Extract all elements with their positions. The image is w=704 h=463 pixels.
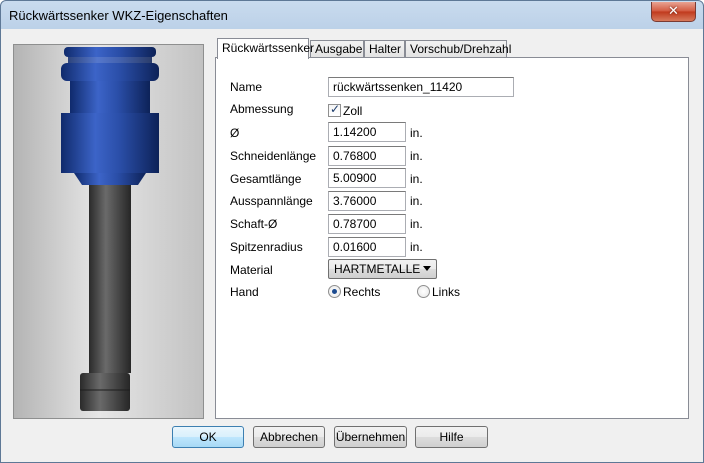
links-label: Links — [432, 285, 461, 299]
material-select[interactable]: HARTMETALLE — [328, 259, 437, 279]
window-title: Rückwärtssenker WKZ-Eigenschaften — [9, 8, 228, 23]
zoll-label: Zoll — [343, 104, 363, 118]
gesamtlaenge-label: Gesamtlänge — [230, 172, 302, 186]
gesamtlaenge-field[interactable]: 5.00900 — [328, 168, 406, 188]
tab-rueckwaertssenker[interactable]: Rückwärtssenker — [217, 38, 314, 59]
apply-button[interactable]: Übernehmen — [334, 426, 407, 448]
ok-button[interactable]: OK — [172, 426, 244, 448]
tab-halter[interactable]: Halter — [364, 40, 405, 57]
spitzenradius-label: Spitzenradius — [230, 240, 303, 254]
gesamtlaenge-unit: in. — [410, 172, 423, 186]
ausspannlaenge-unit: in. — [410, 194, 423, 208]
name-label: Name — [230, 80, 263, 94]
ausspannlaenge-label: Ausspannlänge — [230, 194, 313, 208]
material-label: Material — [230, 263, 273, 277]
schneidenlaenge-label: Schneidenlänge — [230, 149, 317, 163]
zoll-checkbox[interactable]: ✓ — [328, 102, 341, 117]
help-button[interactable]: Hilfe — [415, 426, 488, 448]
tool-preview — [13, 44, 204, 419]
ausspannlaenge-field[interactable]: 3.76000 — [328, 191, 406, 211]
tab-ausgabe[interactable]: Ausgabe — [310, 40, 364, 57]
spitzenradius-field[interactable]: 0.01600 — [328, 237, 406, 257]
rechts-radio[interactable] — [328, 285, 341, 298]
material-selected: HARTMETALLE — [334, 262, 421, 276]
schaft-field[interactable]: 0.78700 — [328, 214, 406, 234]
diameter-unit: in. — [410, 126, 423, 140]
cancel-button[interactable]: Abbrechen — [253, 426, 325, 448]
schaft-label: Schaft-Ø — [230, 217, 278, 231]
close-icon: ✕ — [668, 4, 679, 19]
tab-vorschub-drehzahl[interactable]: Vorschub/Drehzahl — [405, 40, 511, 57]
links-radio[interactable] — [417, 285, 430, 298]
schneidenlaenge-field[interactable]: 0.76800 — [328, 146, 406, 166]
abmessung-label: Abmessung — [230, 102, 294, 116]
schaft-unit: in. — [410, 217, 423, 231]
tool-3d-preview-icon — [61, 47, 159, 411]
hand-label: Hand — [230, 285, 259, 299]
diameter-field[interactable]: 1.14200 — [328, 122, 406, 142]
rechts-label: Rechts — [343, 285, 381, 299]
checkmark-icon: ✓ — [330, 102, 341, 116]
chevron-down-icon — [423, 266, 431, 271]
schneidenlaenge-unit: in. — [410, 149, 423, 163]
title-bar[interactable]: Rückwärtssenker WKZ-Eigenschaften ✕ — [1, 1, 703, 29]
name-field[interactable]: rückwärtssenken_11420 — [328, 77, 514, 97]
spitzenradius-unit: in. — [410, 240, 423, 254]
close-button[interactable]: ✕ — [651, 2, 696, 22]
diameter-label: Ø — [230, 126, 240, 140]
radio-dot-icon — [332, 289, 337, 294]
